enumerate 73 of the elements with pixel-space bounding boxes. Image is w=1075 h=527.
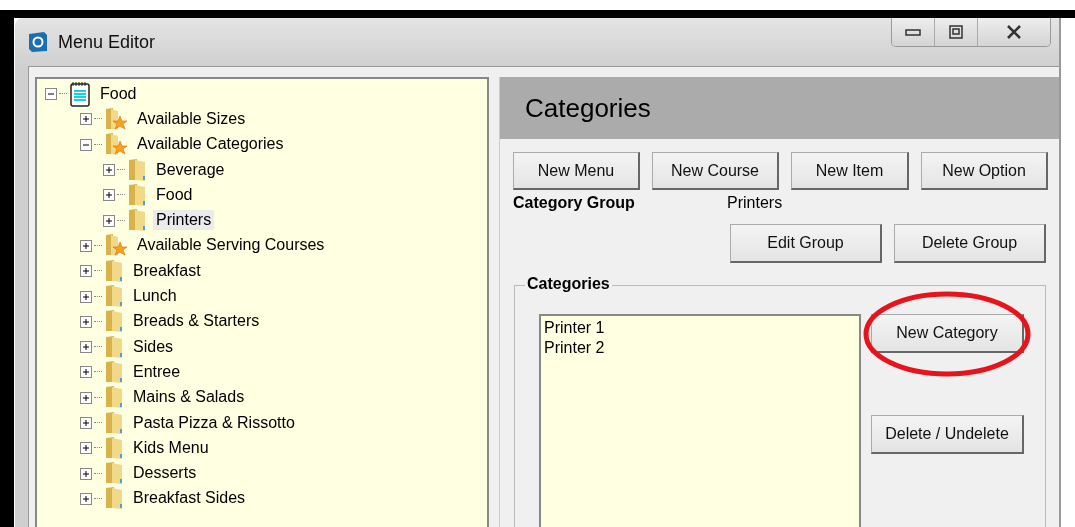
close-button[interactable] (978, 18, 1050, 46)
folder-icon (104, 461, 124, 486)
tree-item[interactable]: Breads & Starters (130, 311, 263, 332)
expand-icon[interactable] (80, 491, 94, 505)
toolbar-button[interactable]: New Option (921, 152, 1048, 190)
tree-item[interactable]: Breakfast Sides (130, 488, 249, 509)
maximize-icon (949, 25, 963, 39)
maximize-button[interactable] (935, 18, 978, 46)
expand-icon[interactable] (103, 188, 117, 202)
folder-icon (104, 359, 124, 384)
minimize-button[interactable] (892, 18, 935, 46)
tree-item[interactable]: Desserts (130, 463, 200, 484)
tree-item[interactable]: Entree (130, 361, 184, 382)
toolbar-button[interactable]: New Item (791, 152, 909, 190)
window-title: Menu Editor (58, 31, 156, 53)
category-button[interactable]: New Category (871, 314, 1024, 353)
expand-icon[interactable] (80, 289, 94, 303)
category-button[interactable]: Delete / Undelete (871, 415, 1024, 454)
folder-icon (104, 334, 124, 359)
group-button[interactable]: Delete Group (894, 224, 1046, 263)
list-item[interactable]: Printer 1 (544, 318, 856, 338)
expand-icon[interactable] (80, 264, 94, 278)
expand-icon[interactable] (80, 314, 94, 328)
field-value: Printers (727, 194, 783, 212)
group-box-title: Categories (525, 275, 612, 293)
folder-icon (104, 284, 124, 308)
tree-item[interactable]: Pasta Pizza & Rissotto (130, 412, 298, 433)
panel-title: Categories (525, 92, 651, 124)
collapse-icon[interactable] (80, 137, 94, 151)
toolbar-button[interactable]: New Menu (513, 152, 640, 190)
folder-icon (127, 157, 147, 182)
expand-icon[interactable] (80, 340, 94, 354)
folder-icon (104, 486, 124, 511)
tree-item[interactable]: Breakfast (130, 260, 204, 281)
folder-icon (104, 385, 124, 410)
tree-item[interactable]: Sides (130, 336, 177, 357)
list-item[interactable]: Printer 2 (544, 338, 856, 358)
tree-item[interactable]: Kids Menu (130, 437, 212, 458)
tree-item[interactable]: Printers (153, 210, 215, 231)
tree-item[interactable]: Available Sizes (134, 108, 249, 129)
expand-icon[interactable] (80, 365, 94, 379)
app-icon (27, 31, 49, 53)
expand-icon[interactable] (80, 466, 94, 480)
expand-icon[interactable] (80, 416, 94, 429)
folder-icon (127, 208, 147, 233)
folder-icon (104, 309, 124, 334)
folder-icon (104, 258, 124, 283)
folder-icon (127, 182, 147, 207)
tree-item[interactable]: Available Serving Courses (134, 235, 328, 256)
tree-item[interactable]: Lunch (130, 286, 180, 306)
tree-item[interactable]: Available Categories (134, 134, 287, 155)
tree-item[interactable]: Food (153, 184, 196, 205)
expand-icon[interactable] (80, 390, 94, 404)
expand-icon[interactable] (103, 163, 117, 177)
expand-icon[interactable] (103, 213, 117, 227)
star-folder-icon (104, 233, 128, 258)
group-button[interactable]: Edit Group (730, 224, 882, 263)
expand-icon[interactable] (80, 441, 94, 455)
expand-icon[interactable] (80, 112, 94, 126)
expand-icon[interactable] (80, 238, 94, 252)
folder-icon (104, 435, 124, 460)
notepad-icon (69, 80, 91, 107)
minimize-icon (905, 28, 921, 36)
tree-item[interactable]: Mains & Salads (130, 387, 248, 408)
tree-item[interactable]: Food (97, 83, 140, 104)
folder-icon (104, 410, 124, 435)
field-label: Category Group (513, 194, 636, 212)
collapse-icon[interactable] (45, 87, 59, 101)
tree-item[interactable]: Beverage (153, 159, 228, 180)
star-folder-icon (104, 106, 128, 131)
close-icon (1005, 25, 1023, 39)
toolbar-button[interactable]: New Course (652, 152, 779, 190)
star-folder-icon (104, 132, 128, 157)
